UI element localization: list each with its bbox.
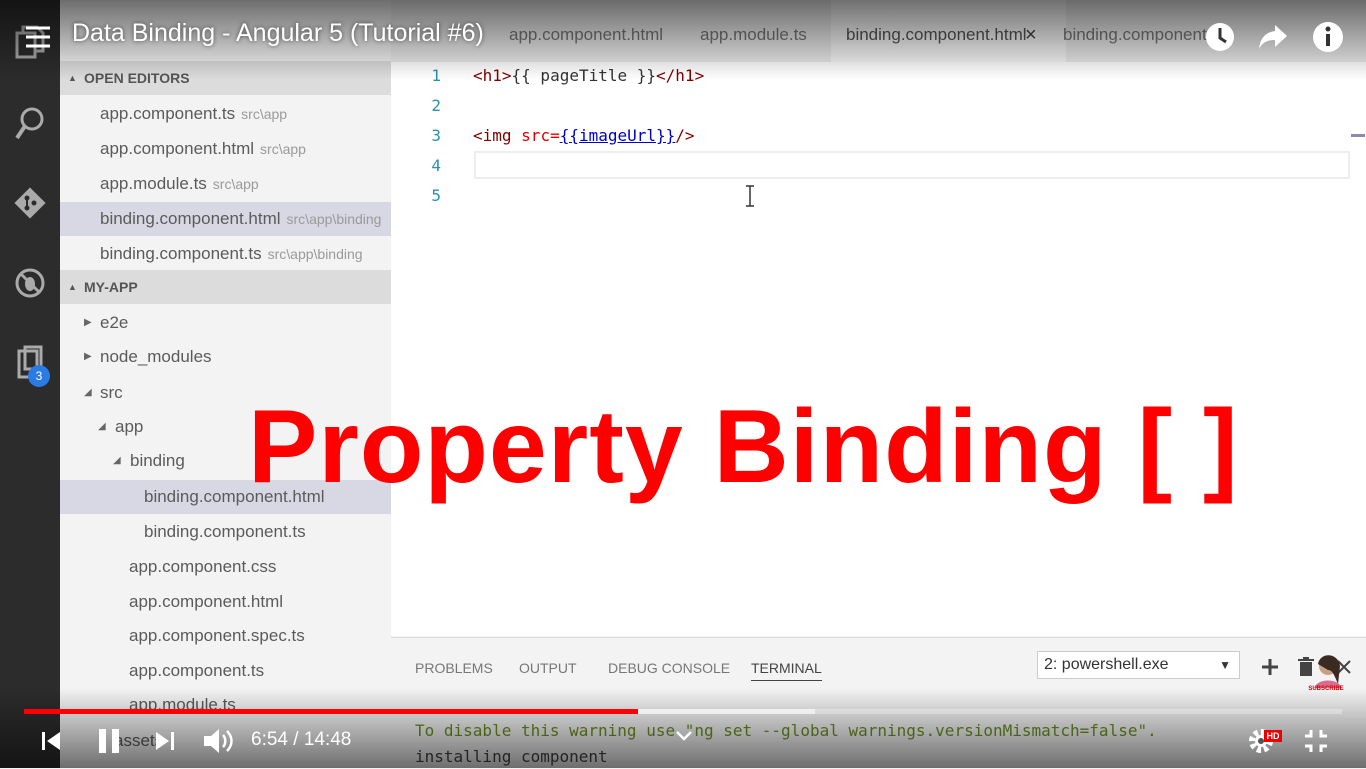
expand-icon: ▶ — [84, 351, 92, 362]
current-line-highlight — [474, 151, 1350, 179]
collapse-icon: ◢ — [84, 387, 92, 398]
open-editor-item[interactable]: app.component.ts src\app — [60, 97, 391, 131]
progress-played — [24, 709, 639, 714]
code-editor[interactable]: 1 2 3 4 5 <h1>{{ pageTitle }}</h1> <img … — [391, 62, 1366, 636]
previous-icon[interactable] — [36, 726, 66, 756]
exit-fullscreen-icon[interactable] — [1300, 725, 1332, 757]
collapse-icon: ▲ — [68, 282, 77, 292]
line-number: 1 — [431, 66, 441, 85]
tree-file[interactable]: app.module.ts — [60, 688, 391, 722]
tree-file[interactable]: binding.component.ts — [60, 515, 391, 549]
terminal-line: To disable this warning use "ng set --gl… — [415, 721, 1157, 740]
pause-icon[interactable] — [92, 724, 126, 758]
tree-file[interactable]: app.component.css — [60, 550, 391, 584]
tree-folder[interactable]: ▶ e2e — [60, 306, 391, 340]
tab-app-module-ts[interactable]: app.module.ts — [700, 0, 807, 62]
tree-file[interactable]: app.component.spec.ts — [60, 619, 391, 653]
chevron-down-icon[interactable] — [672, 726, 696, 746]
terminal-line: installing component — [415, 747, 608, 766]
share-icon[interactable] — [1255, 20, 1291, 54]
tab-binding-component-html[interactable]: binding.component.html × — [831, 0, 1066, 62]
line-number: 5 — [431, 186, 441, 205]
extensions-badge: 3 — [28, 365, 50, 387]
tab-binding-component-ts[interactable]: binding.component.ts — [1063, 0, 1213, 62]
search-icon[interactable] — [10, 104, 50, 144]
debug-icon[interactable] — [10, 263, 50, 303]
line-number: 4 — [431, 156, 441, 175]
text-cursor-icon — [746, 185, 754, 207]
expand-icon: ▶ — [84, 317, 92, 328]
tab-app-component-html[interactable]: app.component.html — [509, 0, 663, 62]
open-editor-item[interactable]: app.module.ts src\app — [60, 167, 391, 201]
open-editors-header[interactable]: ▲ OPEN EDITORS — [60, 61, 391, 95]
code-line-1: <h1>{{ pageTitle }}</h1> — [473, 66, 705, 85]
tree-file[interactable]: app.component.html — [60, 585, 391, 619]
collapse-icon: ▲ — [68, 73, 77, 83]
video-title[interactable]: Data Binding - Angular 5 (Tutorial #6) — [72, 19, 484, 48]
project-header[interactable]: ▲ MY-APP — [60, 270, 391, 304]
chevron-down-icon: ▼ — [1219, 658, 1231, 672]
open-editor-item[interactable]: app.component.html src\app — [60, 132, 391, 166]
tree-file[interactable]: app.component.ts — [60, 654, 391, 688]
collapse-icon: ◢ — [113, 455, 121, 466]
playlist-menu-icon[interactable] — [22, 22, 54, 52]
add-terminal-icon[interactable] — [1258, 655, 1282, 679]
tab-debug-console[interactable]: DEBUG CONSOLE — [608, 660, 730, 676]
overlay-caption: Property Binding [ ] — [248, 389, 1239, 505]
info-icon[interactable] — [1310, 19, 1346, 55]
activity-bar: 3 — [0, 0, 60, 768]
tree-folder[interactable]: ▶ node_modules — [60, 340, 391, 374]
next-icon[interactable] — [150, 726, 180, 756]
tab-problems[interactable]: PROBLEMS — [415, 660, 493, 676]
volume-icon[interactable] — [200, 724, 236, 758]
time-display: 6:54 / 14:48 — [251, 729, 352, 750]
subscribe-watermark[interactable]: SUBSCRIBE — [1306, 652, 1346, 696]
scroll-indicator — [1351, 134, 1365, 137]
hd-badge: HD — [1264, 730, 1282, 742]
line-number: 2 — [431, 96, 441, 115]
open-editor-item-selected[interactable]: binding.component.html src\app\binding — [60, 202, 391, 236]
git-icon[interactable] — [10, 183, 50, 223]
watch-later-icon[interactable] — [1203, 20, 1237, 54]
line-number: 3 — [431, 126, 441, 145]
tab-terminal[interactable]: TERMINAL — [751, 660, 822, 681]
collapse-icon: ◢ — [98, 421, 106, 432]
open-editor-item[interactable]: binding.component.ts src\app\binding — [60, 237, 391, 271]
code-line-3: <img src={{imageUrl}}/> — [473, 126, 695, 145]
shell-select[interactable]: 2: powershell.exe ▼ — [1037, 651, 1240, 679]
close-tab-icon[interactable]: × — [1025, 0, 1037, 70]
avatar-icon — [1314, 655, 1342, 688]
tab-output[interactable]: OUTPUT — [519, 660, 577, 676]
